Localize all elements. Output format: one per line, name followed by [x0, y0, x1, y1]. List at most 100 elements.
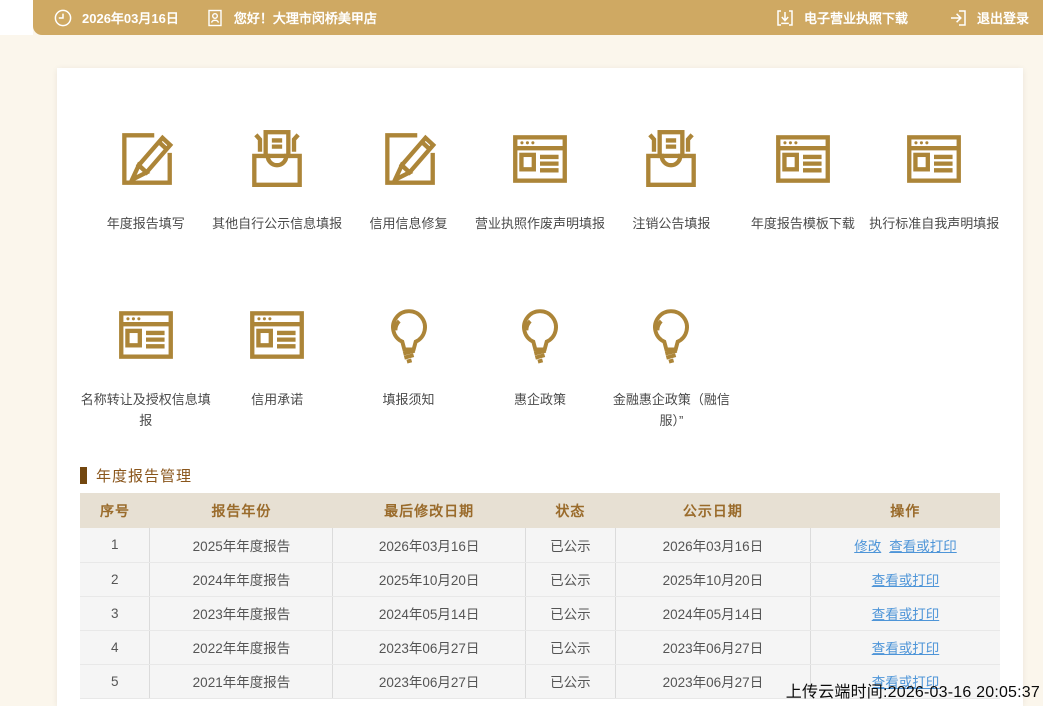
- section-marker: [80, 467, 87, 484]
- cell-publish: 2026年03月16日: [615, 528, 810, 562]
- lightbulb-icon: [507, 302, 573, 368]
- table-row: 2 2024年年度报告 2025年10月20日 已公示 2025年10月20日 …: [80, 562, 1000, 596]
- cell-status: 已公示: [525, 562, 615, 596]
- top-left-spacer: [0, 0, 33, 35]
- menu-row-2: 名称转让及授权信息填报 信用承诺 填报须知 惠企政策 金融惠企政策（融信服）”: [80, 302, 1000, 432]
- cell-status: 已公示: [525, 596, 615, 630]
- cell-year: 2021年年度报告: [150, 664, 333, 698]
- cell-no: 4: [80, 630, 150, 664]
- greeting-text: 您好！大理市闵桥美甲店: [234, 8, 377, 27]
- cell-publish: 2025年10月20日: [615, 562, 810, 596]
- menu-item-label: 年度报告填写: [107, 214, 185, 235]
- menu-item-label: 营业执照作废声明填报: [475, 214, 605, 235]
- cell-no: 1: [80, 528, 150, 562]
- view-print-link[interactable]: 查看或打印: [872, 641, 940, 656]
- cell-status: 已公示: [525, 528, 615, 562]
- greeting-group: 您好！大理市闵桥美甲店: [205, 8, 377, 28]
- main-card: 年度报告填写 其他自行公示信息填报 信用信息修复 营业执照作废声明填报 注销公告…: [57, 68, 1023, 706]
- menu-item-filing-instructions[interactable]: 填报须知: [343, 302, 474, 432]
- cell-modified: 2024年05月14日: [333, 596, 525, 630]
- user-badge-icon: [205, 8, 225, 28]
- edit-icon: [376, 126, 442, 192]
- topbar: 2026年03月16日 您好！大理市闵桥美甲店 电子营业执照下载 退出登录: [33, 0, 1043, 35]
- logout-icon: [948, 8, 968, 28]
- col-header-actions: 操作: [810, 493, 1000, 528]
- cell-modified: 2023年06月27日: [333, 664, 525, 698]
- edit-icon: [113, 126, 179, 192]
- menu-item-other-publicity-fill[interactable]: 其他自行公示信息填报: [211, 126, 342, 235]
- menu-item-finance-benefit-policy[interactable]: 金融惠企政策（融信服）”: [606, 302, 737, 432]
- license-download-label: 电子营业执照下载: [804, 8, 908, 27]
- webpage-icon: [244, 302, 310, 368]
- menu-item-label: 填报须知: [383, 390, 435, 411]
- cell-year: 2023年年度报告: [150, 596, 333, 630]
- cell-year: 2024年年度报告: [150, 562, 333, 596]
- menu-item-label: 注销公告填报: [632, 214, 710, 235]
- cell-actions: 查看或打印: [810, 630, 1000, 664]
- lightbulb-icon: [638, 302, 704, 368]
- table-row: 4 2022年年度报告 2023年06月27日 已公示 2023年06月27日 …: [80, 630, 1000, 664]
- cell-status: 已公示: [525, 664, 615, 698]
- view-print-link[interactable]: 查看或打印: [872, 607, 940, 622]
- cell-status: 已公示: [525, 630, 615, 664]
- menu-row-1: 年度报告填写 其他自行公示信息填报 信用信息修复 营业执照作废声明填报 注销公告…: [80, 126, 1000, 235]
- clock-icon: [53, 8, 73, 28]
- current-date: 2026年03月16日: [82, 8, 179, 27]
- cell-no: 5: [80, 664, 150, 698]
- cell-publish: 2023年06月27日: [615, 664, 810, 698]
- menu-item-name-transfer-authorization[interactable]: 名称转让及授权信息填报: [80, 302, 211, 432]
- menu-item-report-template-download[interactable]: 年度报告模板下载: [737, 126, 868, 235]
- cell-modified: 2026年03月16日: [333, 528, 525, 562]
- cell-no: 3: [80, 596, 150, 630]
- upload-time-watermark: 上传云端时间:2026-03-16 20:05:37: [786, 678, 1040, 702]
- menu-item-license-void-declaration[interactable]: 营业执照作废声明填报: [474, 126, 605, 235]
- menu-item-credit-commitment[interactable]: 信用承诺: [211, 302, 342, 432]
- cell-modified: 2023年06月27日: [333, 630, 525, 664]
- menu-item-enterprise-benefit-policy[interactable]: 惠企政策: [474, 302, 605, 432]
- webpage-icon: [770, 126, 836, 192]
- date-group: 2026年03月16日: [53, 8, 179, 28]
- lightbulb-icon: [376, 302, 442, 368]
- cell-modified: 2025年10月20日: [333, 562, 525, 596]
- view-print-link[interactable]: 查看或打印: [872, 573, 940, 588]
- menu-item-label: 惠企政策: [514, 390, 566, 411]
- menu-item-label: 年度报告模板下载: [751, 214, 855, 235]
- table-row: 1 2025年年度报告 2026年03月16日 已公示 2026年03月16日 …: [80, 528, 1000, 562]
- menu-item-label: 信用承诺: [251, 390, 303, 411]
- inbox-icon: [244, 126, 310, 192]
- webpage-icon: [113, 302, 179, 368]
- menu-item-annual-report-fill[interactable]: 年度报告填写: [80, 126, 211, 235]
- menu-item-cancellation-notice[interactable]: 注销公告填报: [606, 126, 737, 235]
- menu-item-standard-self-declaration[interactable]: 执行标准自我声明填报: [869, 126, 1000, 235]
- cell-actions: 修改查看或打印: [810, 528, 1000, 562]
- menu-item-label: 名称转让及授权信息填报: [80, 390, 211, 432]
- logout-label: 退出登录: [977, 8, 1029, 27]
- menu-item-label: 其他自行公示信息填报: [212, 214, 342, 235]
- inbox-icon: [638, 126, 704, 192]
- menu-item-credit-repair[interactable]: 信用信息修复: [343, 126, 474, 235]
- page: 2026年03月16日 您好！大理市闵桥美甲店 电子营业执照下载 退出登录 年度…: [0, 0, 1043, 706]
- cell-actions: 查看或打印: [810, 562, 1000, 596]
- cell-publish: 2024年05月14日: [615, 596, 810, 630]
- modify-link[interactable]: 修改: [854, 539, 881, 554]
- col-header-status: 状态: [525, 493, 615, 528]
- cell-year: 2022年年度报告: [150, 630, 333, 664]
- menu-item-label: 金融惠企政策（融信服）”: [606, 390, 737, 432]
- col-header-no: 序号: [80, 493, 150, 528]
- col-header-modified: 最后修改日期: [333, 493, 525, 528]
- col-header-publish: 公示日期: [615, 493, 810, 528]
- col-header-year: 报告年份: [150, 493, 333, 528]
- license-download-button[interactable]: 电子营业执照下载: [775, 8, 908, 28]
- cell-year: 2025年年度报告: [150, 528, 333, 562]
- annual-report-table: 序号 报告年份 最后修改日期 状态 公示日期 操作 1 2025年年度报告 20…: [80, 493, 1000, 699]
- cell-actions: 查看或打印: [810, 596, 1000, 630]
- webpage-icon: [901, 126, 967, 192]
- view-print-link[interactable]: 查看或打印: [889, 539, 957, 554]
- table-header-row: 序号 报告年份 最后修改日期 状态 公示日期 操作: [80, 493, 1000, 528]
- download-icon: [775, 8, 795, 28]
- logout-button[interactable]: 退出登录: [948, 8, 1029, 28]
- table-row: 3 2023年年度报告 2024年05月14日 已公示 2024年05月14日 …: [80, 596, 1000, 630]
- cell-no: 2: [80, 562, 150, 596]
- cell-publish: 2023年06月27日: [615, 630, 810, 664]
- menu-item-label: 执行标准自我声明填报: [869, 214, 999, 235]
